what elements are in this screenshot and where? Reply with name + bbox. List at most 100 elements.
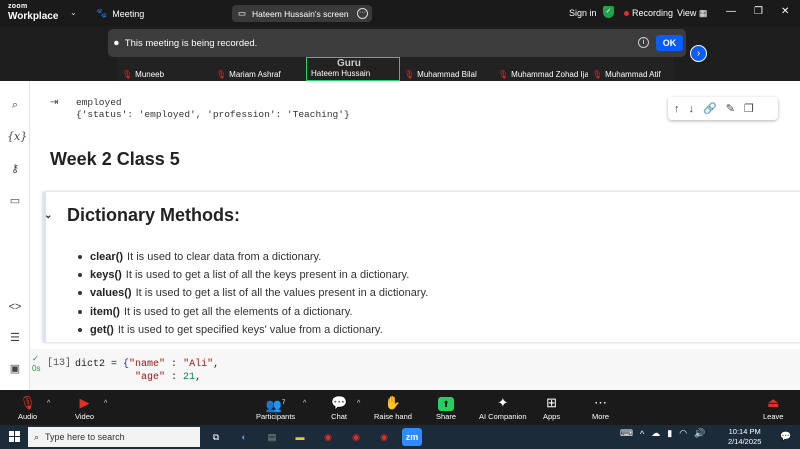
participant-tile[interactable]: 🎙 Mariam Ashraf <box>212 57 306 81</box>
code-cell[interactable]: ✓ 0s [13] dict2 = {"name" : "Ali", "age"… <box>30 349 800 390</box>
code-snippets-icon[interactable]: <> <box>7 299 23 315</box>
participant-tile[interactable]: 🎙 Muhammad Zohad Ijaz <box>494 57 593 81</box>
output-line: {'status': 'employed', 'profession': 'Te… <box>76 109 350 120</box>
store-icon[interactable]: ▤ <box>262 428 282 446</box>
link-icon[interactable]: 🔗 <box>703 102 717 115</box>
share-button[interactable]: ⬆ Share <box>436 394 456 421</box>
variables-icon[interactable]: {x} <box>7 129 27 145</box>
collapse-chevron-icon[interactable]: ⌄ <box>44 210 52 221</box>
windows-taskbar: ⌕ Type here to search ⧉ ◐ ▤ ▬ ◉ ◉ ◉ zm ⌨… <box>0 425 800 449</box>
participant-tile[interactable]: 🎙 Muhammad Bilal <box>400 57 494 81</box>
code-token: 21 <box>183 372 196 383</box>
list-item: keys() It is used to get a list of all th… <box>78 266 428 284</box>
file-explorer-icon[interactable]: ▬ <box>290 428 310 446</box>
chat-button[interactable]: 💬 Chat <box>331 394 347 421</box>
chat-label: Chat <box>331 412 348 421</box>
heading-week: Week 2 Class 5 <box>50 149 180 169</box>
task-view-icon[interactable]: ⧉ <box>206 428 226 446</box>
terminal-icon[interactable]: ▣ <box>7 361 23 377</box>
chevron-up-icon[interactable]: ^ <box>303 400 306 407</box>
key-icon[interactable]: ⚷ <box>7 161 23 177</box>
apps-button[interactable]: ⊞ Apps <box>543 394 560 421</box>
folder-icon[interactable]: ▭ <box>7 193 23 209</box>
checkmark-icon: ✓ <box>32 354 39 363</box>
next-page-arrow-icon[interactable]: › <box>690 45 707 62</box>
participant-tiles: 🎙 Muneeb 🎙 Mariam Ashraf Guru Hateem Hussa… <box>118 57 674 81</box>
maximize-icon[interactable]: ❐ <box>754 6 763 17</box>
method-desc: It is used to get specified keys' value … <box>117 323 383 336</box>
windows-start-icon[interactable] <box>9 431 20 442</box>
meeting-menu[interactable]: 🐾 Meeting <box>96 8 144 19</box>
keyboard-icon[interactable]: ⌨ <box>620 428 633 439</box>
colab-left-rail: ⌕ {x} ⚷ ▭ <> ☰ ▣ <box>0 81 30 390</box>
cell-output: employed {'status': 'employed', 'profess… <box>76 97 350 121</box>
chevron-up-icon[interactable]: ^ <box>357 400 360 407</box>
battery-icon[interactable]: ▮ <box>667 428 672 439</box>
mic-muted-icon: 🎙 <box>19 395 36 410</box>
search-icon[interactable]: ⌕ <box>7 97 23 113</box>
mic-muted-icon: 🎙 <box>498 70 509 79</box>
system-tray: ⌨ ^ ☁ ▮ ◠ 🔊 <box>620 428 705 439</box>
chevron-up-icon[interactable]: ^ <box>47 400 50 407</box>
volume-icon[interactable]: 🔊 <box>694 428 705 439</box>
move-down-icon[interactable]: ↓ <box>689 103 695 115</box>
chevron-up-icon[interactable]: ^ <box>104 400 107 407</box>
chevron-up-icon[interactable]: ^ <box>640 429 644 439</box>
more-label: More <box>592 412 610 421</box>
method-name: item() <box>90 305 120 318</box>
more-options-icon[interactable]: ··· <box>357 8 368 19</box>
code-token: "age" <box>135 372 166 383</box>
taskbar-clock[interactable]: 10:14 PM 2/14/2025 <box>728 427 761 447</box>
copy-icon[interactable]: ❐ <box>744 102 754 115</box>
leave-label: Leave <box>763 412 784 421</box>
cell-toolbar: ↑ ↓ 🔗 ✎ ❐ <box>668 97 778 120</box>
chevron-down-icon[interactable]: ⌄ <box>70 8 77 17</box>
heading-dictionary-methods: Dictionary Methods: <box>67 205 241 225</box>
chrome-icon[interactable]: ◉ <box>318 428 338 446</box>
command-palette-icon[interactable]: ☰ <box>7 330 23 346</box>
chrome-profile-2-icon[interactable]: ◉ <box>374 428 394 446</box>
methods-list: clear() It is used to clear data from a d… <box>78 248 428 339</box>
participant-tile[interactable]: 🎙 Muneeb <box>118 57 212 81</box>
onedrive-icon[interactable]: ☁ <box>651 428 660 439</box>
audio-button[interactable]: 🎙 Audio <box>18 394 37 421</box>
search-placeholder: Type here to search <box>45 432 125 442</box>
participants-button[interactable]: 👥7 Participants <box>256 394 295 421</box>
security-shield-icon[interactable]: ✓ <box>603 6 614 18</box>
wifi-icon[interactable]: ◠ <box>679 428 687 439</box>
more-button[interactable]: ⋯ More <box>592 394 609 421</box>
raise-hand-button[interactable]: ✋ Raise hand <box>374 394 412 421</box>
minimize-icon[interactable]: — <box>726 6 736 17</box>
chrome-profile-icon[interactable]: ◉ <box>346 428 366 446</box>
taskbar-search-input[interactable]: ⌕ Type here to search <box>28 427 200 447</box>
sign-in-link[interactable]: Sign in <box>569 8 597 18</box>
ai-companion-label: AI Companion <box>479 412 527 421</box>
move-up-icon[interactable]: ↑ <box>674 103 680 115</box>
screen-share-pill[interactable]: ▭ Hateem Hussain's screen ··· <box>232 5 372 22</box>
view-menu[interactable]: View ▦ <box>677 8 707 19</box>
method-name: keys() <box>90 269 122 282</box>
output-arrow-icon[interactable]: ⇥ <box>50 97 58 108</box>
zoom-app-icon[interactable]: zm <box>402 428 422 446</box>
window-controls: — ❐ ✕ <box>726 6 789 17</box>
ok-button[interactable]: OK <box>656 35 683 51</box>
close-icon[interactable]: ✕ <box>781 6 789 17</box>
edit-pencil-icon[interactable]: ✎ <box>726 102 735 115</box>
participant-name: 🎙 Muhammad Zohad Ijaz <box>498 70 593 79</box>
raise-hand-label: Raise hand <box>374 412 412 421</box>
recording-indicator[interactable]: Recording <box>624 8 673 18</box>
notification-icon[interactable]: 💬 <box>780 431 791 442</box>
participant-tile-active[interactable]: Guru Hateem Hussain <box>306 57 400 81</box>
info-icon[interactable]: i <box>638 37 649 48</box>
leave-button[interactable]: ⏏ Leave <box>763 394 783 421</box>
clock-time: 10:14 PM <box>728 427 761 436</box>
edge-browser-icon[interactable]: ◐ <box>234 428 254 446</box>
video-button[interactable]: ▶ Video <box>75 394 94 421</box>
list-item: get() It is used to get specified keys' v… <box>78 321 428 339</box>
participant-name: 🎙 Mariam Ashraf <box>216 70 281 79</box>
code-editor[interactable]: dict2 = {"name" : "Ali", "age" : 21, <box>75 358 219 384</box>
ai-companion-button[interactable]: ✦ AI Companion <box>479 394 527 421</box>
mic-muted-icon: 🎙 <box>216 70 227 79</box>
participant-tile[interactable]: 🎙 Muhammad Atif <box>588 57 674 81</box>
mic-muted-icon: 🎙 <box>122 70 133 79</box>
